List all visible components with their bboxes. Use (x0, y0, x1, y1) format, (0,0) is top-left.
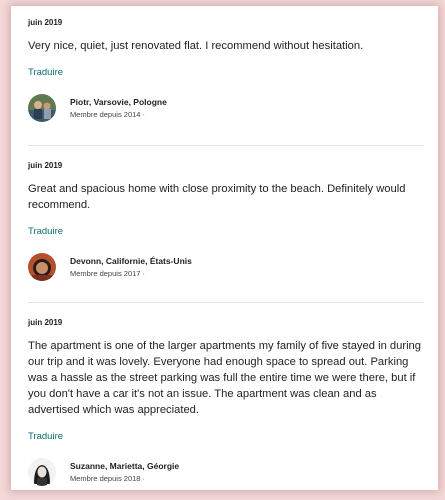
translate-link[interactable]: Traduire (28, 226, 424, 237)
divider (28, 302, 424, 303)
review-text: The apartment is one of the larger apart… (28, 340, 421, 416)
review-text: Very nice, quiet, just renovated flat. I… (28, 40, 364, 52)
avatar[interactable] (28, 253, 56, 281)
review-item: juin 2019 Very nice, quiet, just renovat… (28, 18, 424, 122)
review-author: Piotr, Varsovie, Pologne Membre depuis 2… (28, 94, 424, 122)
review-item: juin 2019 Great and spacious home with c… (28, 161, 424, 281)
review-item: juin 2019 The apartment is one of the la… (28, 318, 424, 486)
translate-link[interactable]: Traduire (28, 431, 424, 442)
reviewer-name[interactable]: Suzanne, Marietta, Géorgie (70, 461, 179, 471)
review-text: Great and spacious home with close proxi… (28, 183, 406, 211)
avatar[interactable] (28, 94, 56, 122)
avatar[interactable] (28, 458, 56, 486)
review-author: Devonn, Californie, États-Unis Membre de… (28, 253, 424, 281)
member-since: Membre depuis 2014 · (70, 110, 146, 119)
translate-link[interactable]: Traduire (28, 67, 424, 78)
reviewer-name[interactable]: Devonn, Californie, États-Unis (70, 256, 192, 266)
review-date: juin 2019 (28, 161, 63, 170)
review-date: juin 2019 (28, 18, 63, 27)
review-author: Suzanne, Marietta, Géorgie Membre depuis… (28, 458, 424, 486)
reviews-panel: juin 2019 Very nice, quiet, just renovat… (11, 6, 438, 490)
divider (28, 145, 424, 146)
member-since: Membre depuis 2018 · (70, 474, 146, 483)
reviewer-name[interactable]: Piotr, Varsovie, Pologne (70, 97, 167, 107)
member-since: Membre depuis 2017 · (70, 269, 146, 278)
review-date: juin 2019 (28, 318, 63, 327)
